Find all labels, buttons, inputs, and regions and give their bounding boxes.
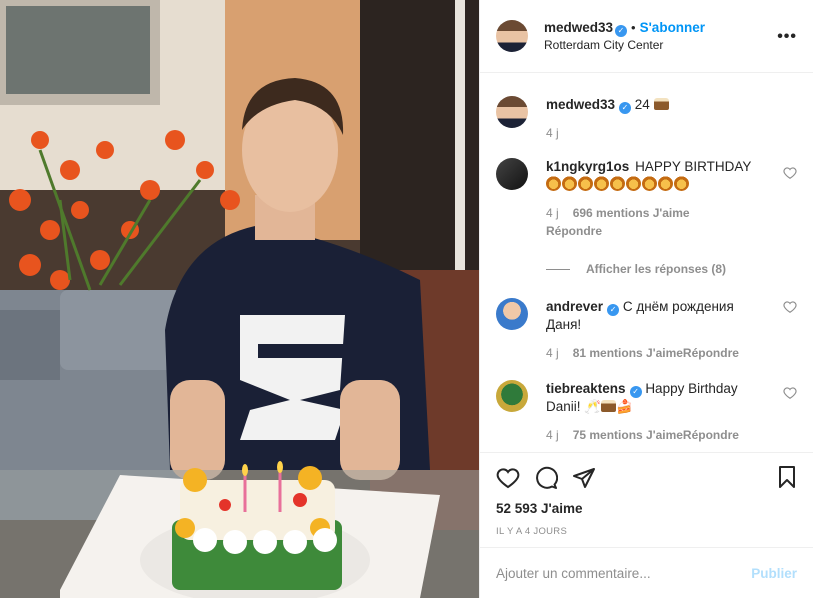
publish-button[interactable]: Publier bbox=[751, 566, 797, 581]
comment-username[interactable]: andrever bbox=[546, 299, 603, 314]
like-heart-icon[interactable] bbox=[783, 166, 797, 180]
post-photo[interactable] bbox=[0, 0, 479, 598]
view-replies-button[interactable]: Afficher les réponses (8) bbox=[546, 262, 797, 276]
caption-username[interactable]: medwed33 bbox=[546, 97, 615, 112]
action-icons bbox=[496, 463, 797, 493]
caption: medwed33 ✓ 24 4 j bbox=[496, 74, 797, 142]
comment-likes[interactable]: 75 mentions J'aime bbox=[573, 428, 683, 442]
bookmark-icon[interactable] bbox=[775, 465, 799, 489]
heart-icon[interactable] bbox=[496, 466, 520, 490]
post-timestamp[interactable]: IL Y A 4 JOURS bbox=[496, 526, 797, 537]
caption-meta: 4 j bbox=[546, 124, 771, 142]
avatar[interactable] bbox=[496, 298, 528, 330]
comment-meta: 4 j 81 mentions J'aimeRépondre bbox=[546, 344, 771, 362]
verified-badge-icon: ✓ bbox=[629, 386, 642, 398]
post-side-panel: medwed33 ✓ • S'abonner Rotterdam City Cente… bbox=[479, 0, 813, 598]
comment-age[interactable]: 4 j bbox=[546, 346, 559, 360]
lion-face-icon bbox=[546, 176, 690, 192]
comment-meta: 4 j 696 mentions J'aime Répondre bbox=[546, 204, 771, 240]
reply-button[interactable]: Répondre bbox=[683, 428, 739, 442]
list-item: andrever ✓ С днём рождения Даня! 4 j 81 me… bbox=[496, 276, 797, 362]
comment-body: andrever ✓ С днём рождения Даня! 4 j 81 me… bbox=[546, 298, 797, 362]
list-item: k1ngkyrg1os HAPPY BIRTHDAY 4 j 696 mentio… bbox=[496, 142, 797, 240]
avatar[interactable] bbox=[496, 20, 528, 52]
list-item: tiebreaktens ✓ Happy Birthday Danii! 🥂 🍰 4… bbox=[496, 362, 797, 444]
comment-input[interactable] bbox=[496, 565, 752, 581]
like-heart-icon[interactable] bbox=[783, 386, 797, 400]
cake-icon bbox=[653, 98, 669, 110]
verified-badge-icon: ✓ bbox=[619, 102, 632, 114]
comment-text: HAPPY BIRTHDAY bbox=[635, 159, 752, 174]
post-actions: 52 593 J'aime IL Y A 4 JOURS bbox=[480, 452, 813, 537]
celebration-icon: 🥂 bbox=[584, 399, 602, 415]
caption-text: 24 bbox=[634, 97, 650, 112]
avatar[interactable] bbox=[496, 380, 528, 412]
photo-illustration bbox=[0, 0, 479, 598]
reply-button[interactable]: Répondre bbox=[683, 346, 739, 360]
comments-list[interactable]: medwed33 ✓ 24 4 j k1ngkyrg1os HAPPY BIRTH… bbox=[480, 74, 813, 452]
add-comment-bar: Publier bbox=[480, 547, 813, 598]
header-text: medwed33 ✓ • S'abonner Rotterdam City Cente… bbox=[544, 19, 705, 54]
post-header: medwed33 ✓ • S'abonner Rotterdam City Cente… bbox=[480, 0, 813, 73]
reply-button[interactable]: Répondre bbox=[546, 224, 602, 238]
comment-username[interactable]: k1ngkyrg1os bbox=[546, 159, 629, 174]
cake-icon bbox=[601, 400, 617, 412]
header-username[interactable]: medwed33 bbox=[544, 20, 613, 35]
comment-age[interactable]: 4 j bbox=[546, 428, 559, 442]
comment-body: k1ngkyrg1os HAPPY BIRTHDAY 4 j 696 mentio… bbox=[546, 158, 797, 240]
comment-likes[interactable]: 81 mentions J'aime bbox=[573, 346, 683, 360]
verified-badge-icon: ✓ bbox=[615, 24, 628, 37]
view-replies-label: Afficher les réponses (8) bbox=[586, 262, 727, 276]
follow-button[interactable]: S'abonner bbox=[640, 20, 705, 35]
more-horizontal-icon[interactable]: ••• bbox=[777, 28, 797, 46]
avatar[interactable] bbox=[496, 158, 528, 190]
share-icon[interactable] bbox=[572, 466, 596, 490]
comment-meta: 4 j 75 mentions J'aimeRépondre bbox=[546, 426, 771, 444]
instagram-post: medwed33 ✓ • S'abonner Rotterdam City Cente… bbox=[0, 0, 813, 598]
comment-username[interactable]: tiebreaktens bbox=[546, 381, 626, 396]
verified-badge-icon: ✓ bbox=[607, 304, 620, 316]
avatar[interactable] bbox=[496, 96, 528, 128]
header-separator: • bbox=[631, 19, 636, 35]
divider bbox=[546, 268, 570, 270]
comment-likes[interactable]: 696 mentions J'aime bbox=[573, 206, 690, 220]
caption-body: medwed33 ✓ 24 4 j bbox=[546, 96, 797, 142]
cake-slice-icon: 🍰 bbox=[616, 399, 633, 415]
comment-icon[interactable] bbox=[534, 466, 558, 490]
comment-body: tiebreaktens ✓ Happy Birthday Danii! 🥂 🍰 4… bbox=[546, 380, 797, 444]
location-link[interactable]: Rotterdam City Center bbox=[544, 37, 705, 54]
like-heart-icon[interactable] bbox=[783, 300, 797, 314]
likes-count[interactable]: 52 593 J'aime bbox=[496, 501, 797, 516]
caption-age[interactable]: 4 j bbox=[546, 126, 559, 140]
comment-age[interactable]: 4 j bbox=[546, 206, 559, 220]
